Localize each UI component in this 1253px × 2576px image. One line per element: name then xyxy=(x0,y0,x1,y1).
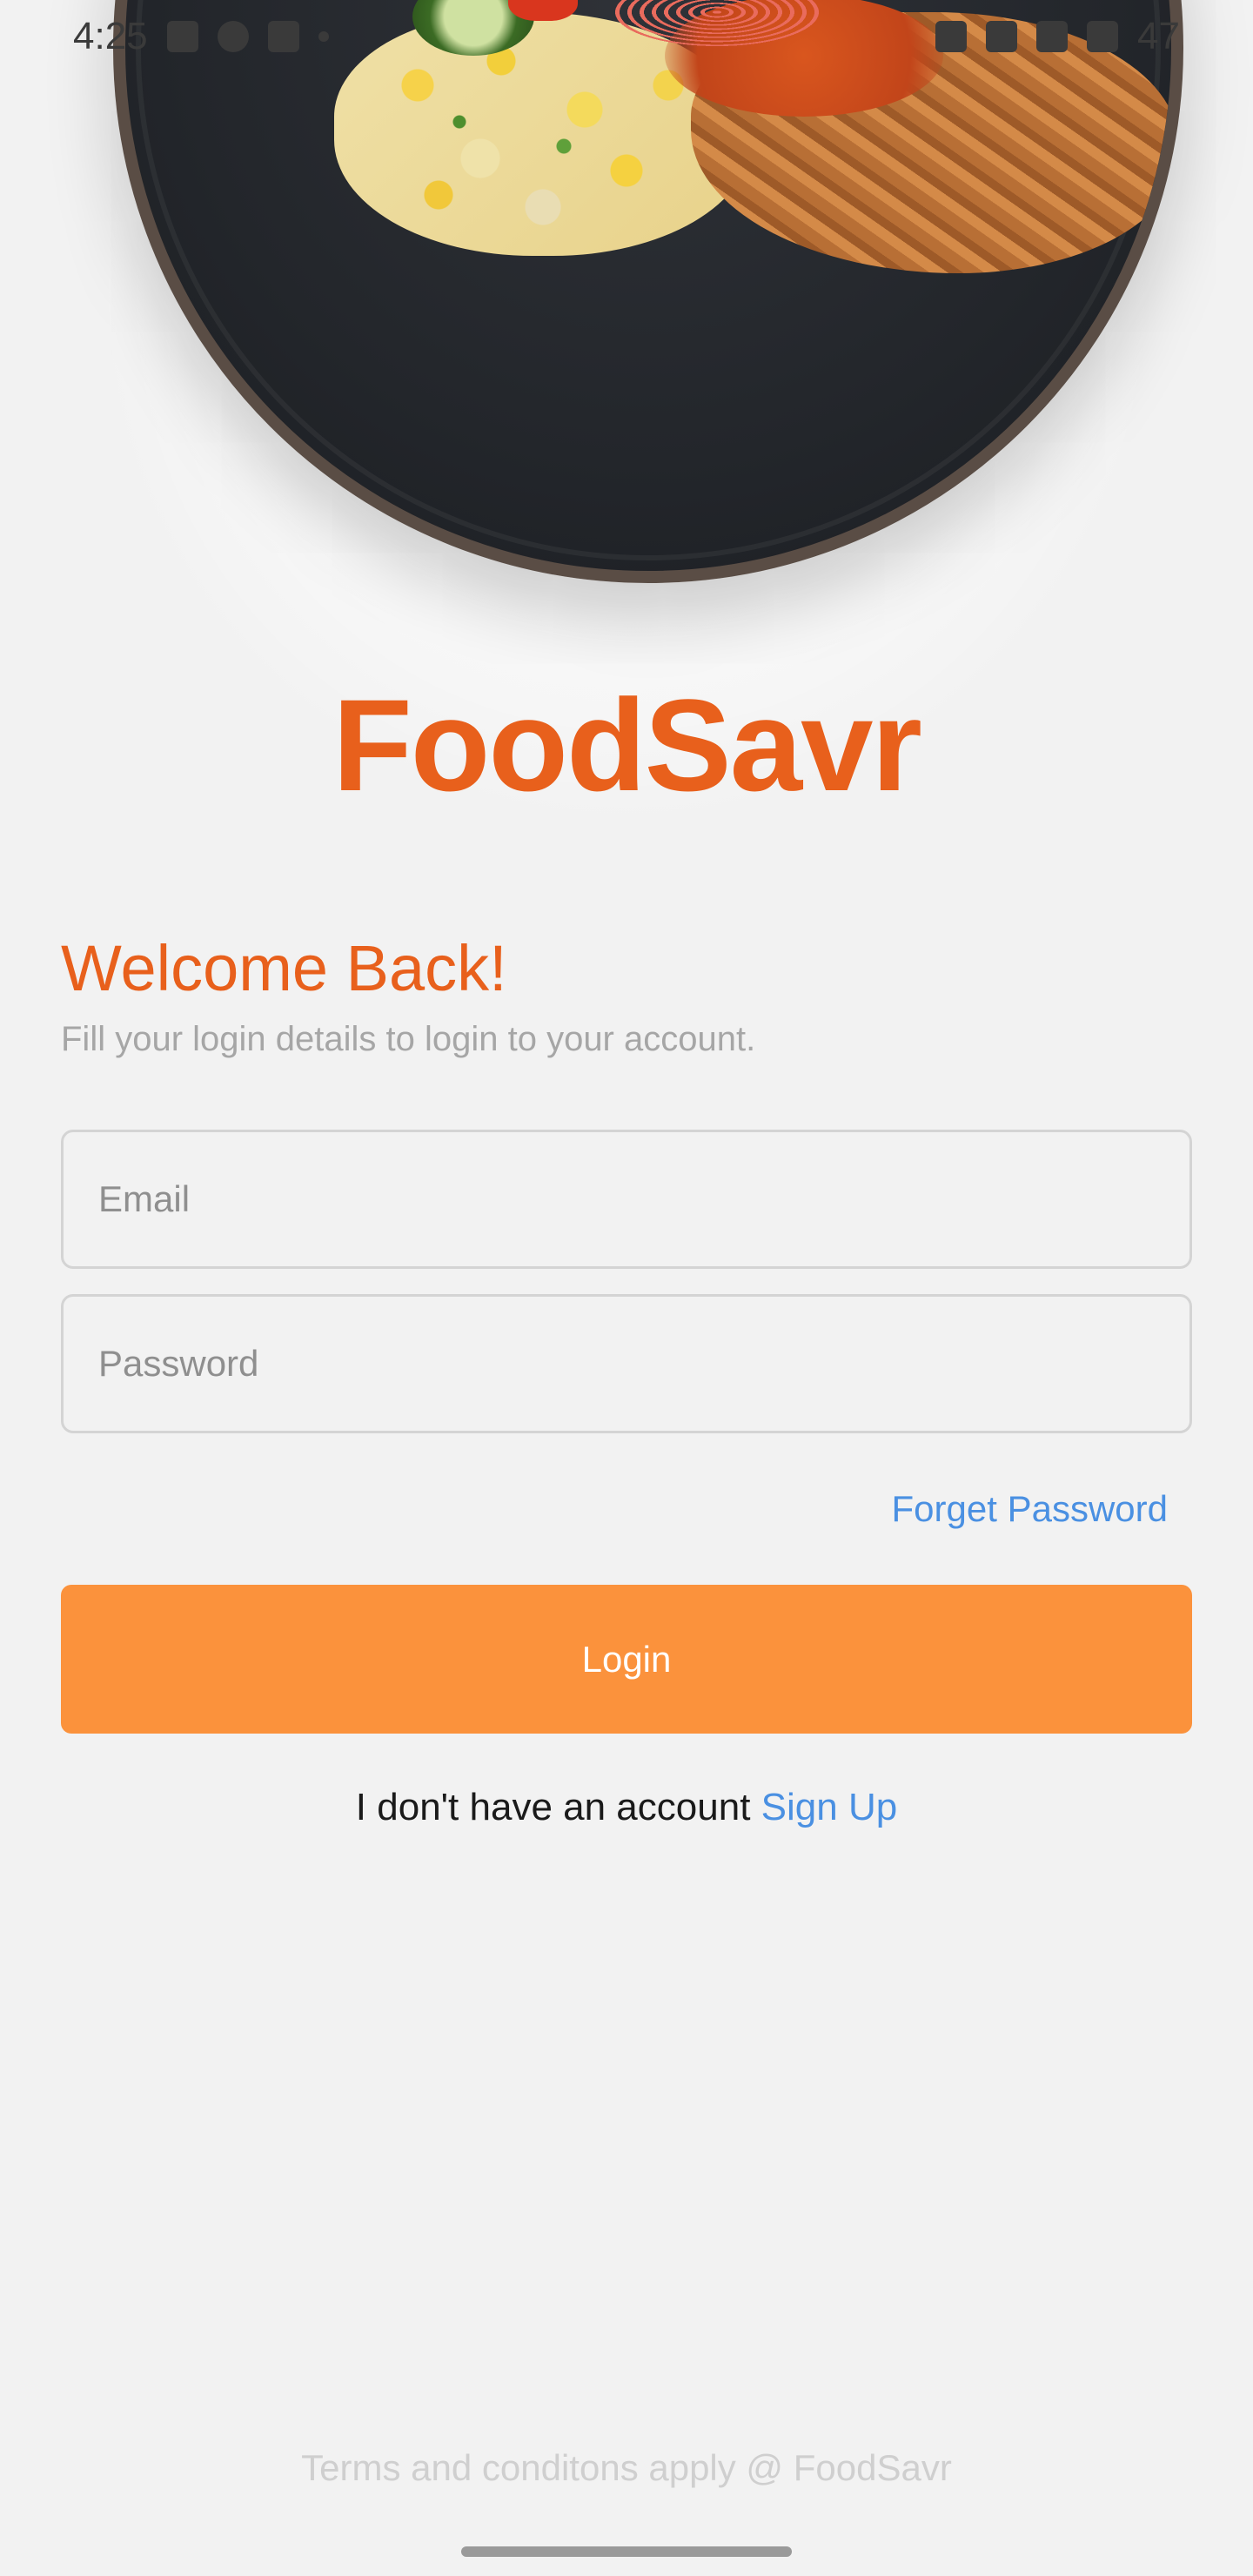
more-notifications-dot-icon xyxy=(318,31,329,42)
signup-row: I don't have an account Sign Up xyxy=(0,1786,1253,1829)
login-button[interactable]: Login xyxy=(61,1585,1192,1734)
app-notification-icon xyxy=(217,21,249,52)
brand-logo-text: FoodSavr xyxy=(332,672,922,818)
welcome-subtitle: Fill your login details to login to your… xyxy=(61,1020,756,1058)
video-icon xyxy=(267,21,299,52)
battery-saver-icon xyxy=(986,21,1018,52)
lte-icon xyxy=(1036,21,1069,52)
password-input[interactable] xyxy=(64,1297,1189,1431)
battery-level: 47 xyxy=(1137,15,1180,57)
email-field[interactable] xyxy=(61,1130,1192,1269)
password-field[interactable] xyxy=(61,1294,1192,1433)
status-bar-left: 4:25 xyxy=(73,15,329,58)
forget-password-link[interactable]: Forget Password xyxy=(892,1488,1168,1530)
status-bar: 4:25 47 xyxy=(0,0,1253,73)
no-account-text: I don't have an account xyxy=(355,1786,751,1828)
welcome-title: Welcome Back! xyxy=(61,932,507,1004)
terms-text: Terms and conditons apply @ FoodSavr xyxy=(301,2447,952,2488)
sign-up-link[interactable]: Sign Up xyxy=(761,1786,898,1828)
email-input[interactable] xyxy=(64,1132,1189,1266)
gallery-icon xyxy=(166,21,198,52)
bluetooth-icon xyxy=(935,21,968,52)
status-bar-right: 47 xyxy=(935,15,1180,58)
home-indicator[interactable] xyxy=(461,2546,792,2557)
signal-icon xyxy=(1087,21,1119,52)
status-time: 4:25 xyxy=(73,15,148,57)
